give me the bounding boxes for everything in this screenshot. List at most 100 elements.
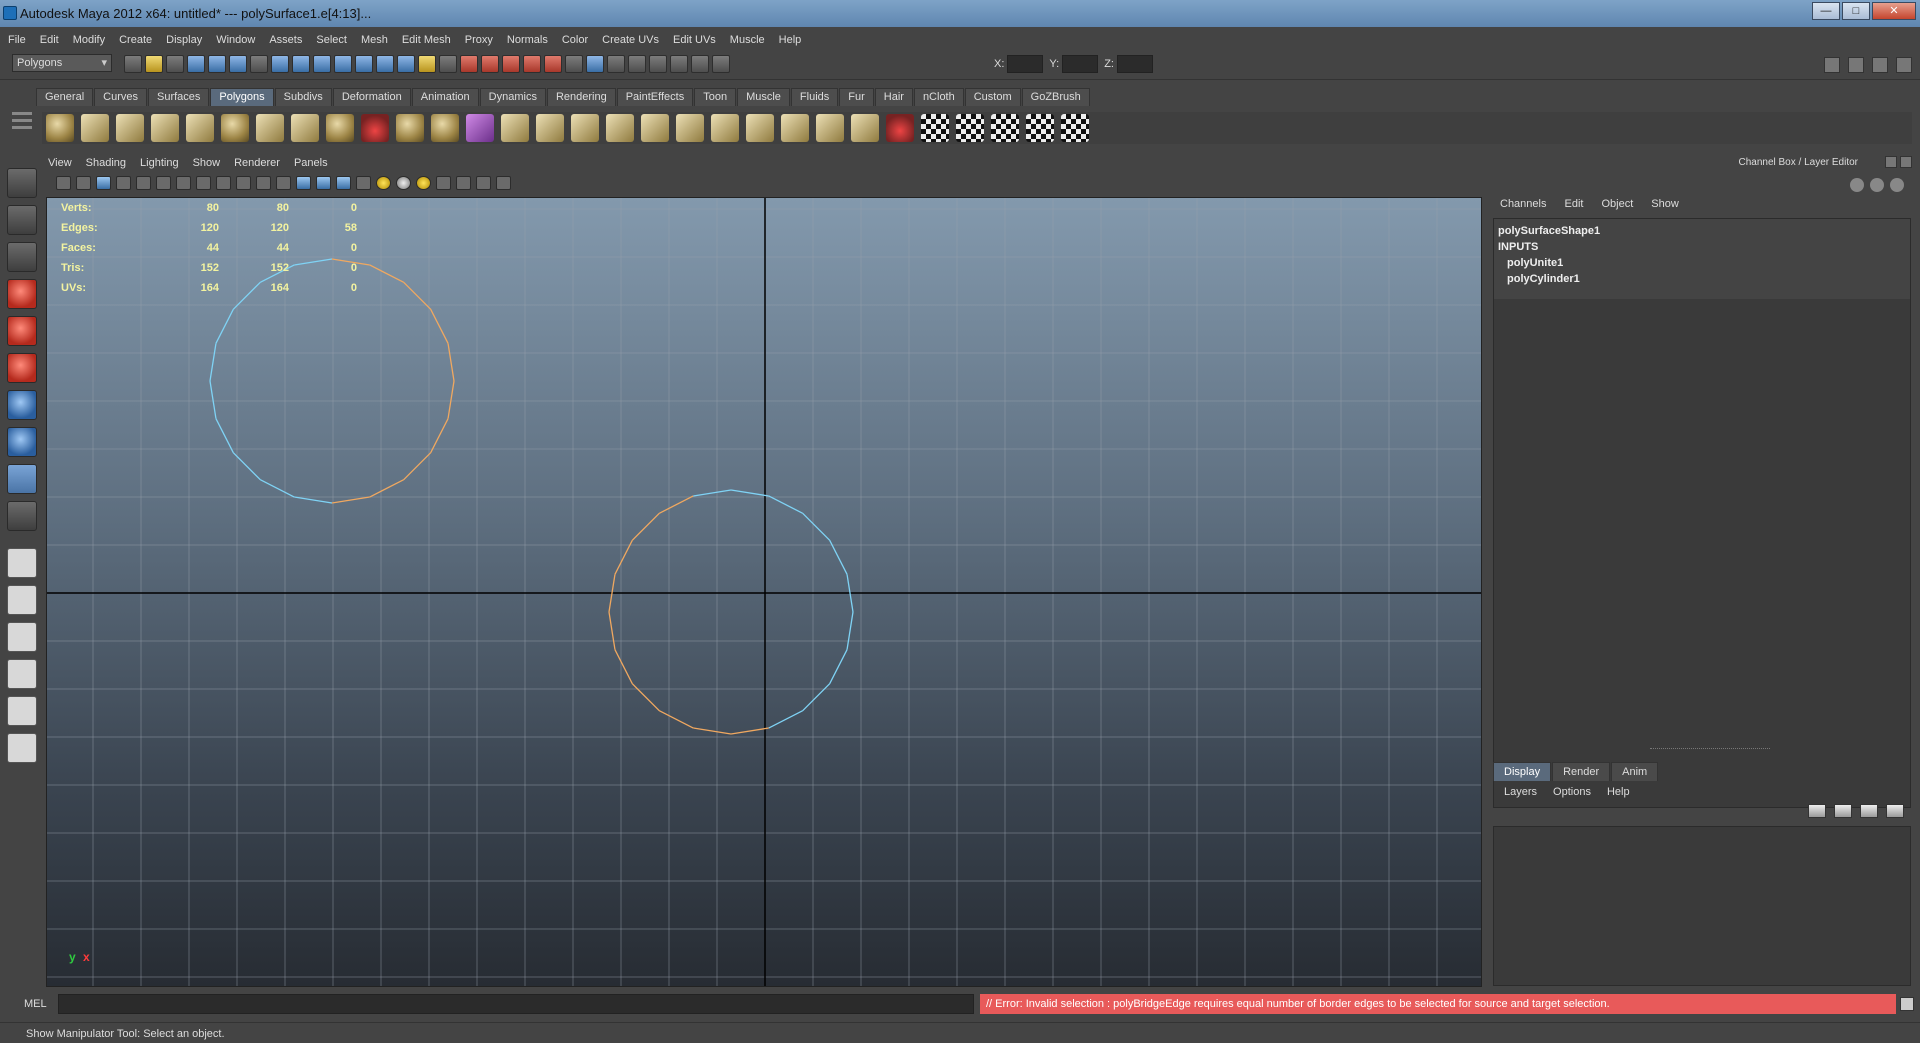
script-editor-icon[interactable]: [649, 55, 667, 73]
attribute-editor-toggle-icon[interactable]: [1824, 57, 1840, 73]
tab-render[interactable]: Render: [1552, 762, 1611, 781]
isolate-select-icon[interactable]: [436, 176, 451, 190]
last-tool-icon[interactable]: [7, 501, 37, 531]
selected-edge[interactable]: [430, 308, 449, 344]
tab-muscle[interactable]: Muscle: [737, 88, 790, 106]
border-edge[interactable]: [829, 649, 848, 685]
image-plane-icon[interactable]: [116, 176, 131, 190]
cylindrical-mapping-icon[interactable]: [956, 114, 984, 142]
selected-edge[interactable]: [730, 727, 769, 735]
new-layer-from-selection-icon[interactable]: [1886, 804, 1904, 818]
selected-edge[interactable]: [331, 496, 370, 504]
selected-edge[interactable]: [430, 418, 449, 454]
border-edge[interactable]: [693, 489, 732, 497]
y-field[interactable]: [1062, 55, 1099, 73]
lock-icon[interactable]: [418, 55, 436, 73]
menu-window[interactable]: Window: [216, 34, 255, 46]
bridge-icon[interactable]: [676, 114, 704, 142]
shadows-icon[interactable]: [396, 176, 411, 190]
persp-outliner-layout-icon[interactable]: [7, 622, 37, 652]
sculpt-icon[interactable]: [886, 114, 914, 142]
maximize-button[interactable]: □: [1842, 2, 1870, 20]
tab-dynamics[interactable]: Dynamics: [479, 88, 546, 106]
float-panel-icon[interactable]: [1885, 156, 1897, 168]
selected-edge[interactable]: [658, 495, 694, 514]
graph-editor-icon[interactable]: [607, 55, 625, 73]
input-output-icon[interactable]: [460, 55, 478, 73]
resolution-gate-icon[interactable]: [196, 176, 211, 190]
selected-edge[interactable]: [658, 710, 694, 729]
selected-edge[interactable]: [608, 611, 616, 650]
close-button[interactable]: ✕: [1872, 2, 1916, 20]
tab-display[interactable]: Display: [1493, 762, 1552, 781]
camera-attributes-icon[interactable]: [76, 176, 91, 190]
poly-cube-icon[interactable]: [81, 114, 109, 142]
close-panel-icon[interactable]: [1900, 156, 1912, 168]
extrude-icon[interactable]: [641, 114, 669, 142]
border-edge[interactable]: [802, 683, 831, 712]
rotate-tool-icon[interactable]: [7, 316, 37, 346]
border-edge[interactable]: [730, 489, 769, 497]
script-editor-button[interactable]: [1900, 997, 1914, 1011]
selection-mask-icon[interactable]: [250, 55, 268, 73]
panel-menu-renderer[interactable]: Renderer: [234, 157, 280, 173]
new-scene-icon[interactable]: [124, 55, 142, 73]
make-live-icon[interactable]: [355, 55, 373, 73]
layer-menu-help[interactable]: Help: [1607, 786, 1630, 798]
menu-display[interactable]: Display: [166, 34, 202, 46]
tab-polygons[interactable]: Polygons: [210, 88, 274, 106]
move-tool-icon[interactable]: [7, 279, 37, 309]
render-settings-icon[interactable]: [523, 55, 541, 73]
menu-file[interactable]: File: [8, 34, 26, 46]
xray-joints-icon[interactable]: [476, 176, 491, 190]
cb-menu-show[interactable]: Show: [1651, 198, 1679, 210]
border-edge[interactable]: [802, 512, 831, 541]
persp-hypershade-layout-icon[interactable]: [7, 696, 37, 726]
select-by-component-icon[interactable]: [229, 55, 247, 73]
poly-torus-icon[interactable]: [221, 114, 249, 142]
input-node-polycylinder1[interactable]: polyCylinder1: [1498, 271, 1906, 287]
menu-create[interactable]: Create: [119, 34, 152, 46]
tab-rendering[interactable]: Rendering: [546, 88, 616, 106]
tab-subdivs[interactable]: Subdivs: [274, 88, 332, 106]
selected-edge[interactable]: [631, 512, 660, 541]
tab-painteffects[interactable]: PaintEffects: [616, 88, 694, 106]
safe-title-icon[interactable]: [276, 176, 291, 190]
use-all-lights-icon[interactable]: [376, 176, 391, 190]
poly-helix-icon[interactable]: [361, 114, 389, 142]
menu-modify[interactable]: Modify: [73, 34, 105, 46]
separate-icon[interactable]: [536, 114, 564, 142]
gate-mask-icon[interactable]: [216, 176, 231, 190]
menu-set-dropdown[interactable]: Polygons: [12, 54, 112, 72]
border-edge[interactable]: [215, 418, 234, 454]
tool-settings-icon[interactable]: [691, 55, 709, 73]
selected-edge[interactable]: [447, 343, 455, 382]
tab-animation[interactable]: Animation: [411, 88, 479, 106]
combine-icon[interactable]: [501, 114, 529, 142]
border-edge[interactable]: [768, 495, 804, 514]
selected-edge[interactable]: [369, 264, 405, 283]
high-quality-icon[interactable]: [416, 176, 431, 190]
x-field[interactable]: [1007, 55, 1044, 73]
panel-menu-show[interactable]: Show: [193, 157, 221, 173]
render-view-icon[interactable]: [565, 55, 583, 73]
z-field[interactable]: [1116, 55, 1153, 73]
spherical-mapping-icon[interactable]: [991, 114, 1019, 142]
command-input[interactable]: [58, 994, 974, 1014]
persp-graph-outliner-layout-icon[interactable]: [7, 733, 37, 763]
menu-muscle[interactable]: Muscle: [730, 34, 765, 46]
split-polygon-icon[interactable]: [746, 114, 774, 142]
safe-action-icon[interactable]: [256, 176, 271, 190]
select-by-object-icon[interactable]: [208, 55, 226, 73]
grid-toggle-icon[interactable]: [156, 176, 171, 190]
select-by-hierarchy-icon[interactable]: [187, 55, 205, 73]
tab-deformation[interactable]: Deformation: [332, 88, 411, 106]
tab-ncloth[interactable]: nCloth: [913, 88, 964, 106]
open-scene-icon[interactable]: [145, 55, 163, 73]
command-language-label[interactable]: MEL: [24, 998, 47, 1010]
backface-culling-icon[interactable]: [496, 176, 511, 190]
cb-menu-channels[interactable]: Channels: [1500, 198, 1546, 210]
panel-menu-lighting[interactable]: Lighting: [140, 157, 179, 173]
snap-point-icon[interactable]: [313, 55, 331, 73]
layer-menu-options[interactable]: Options: [1553, 786, 1591, 798]
